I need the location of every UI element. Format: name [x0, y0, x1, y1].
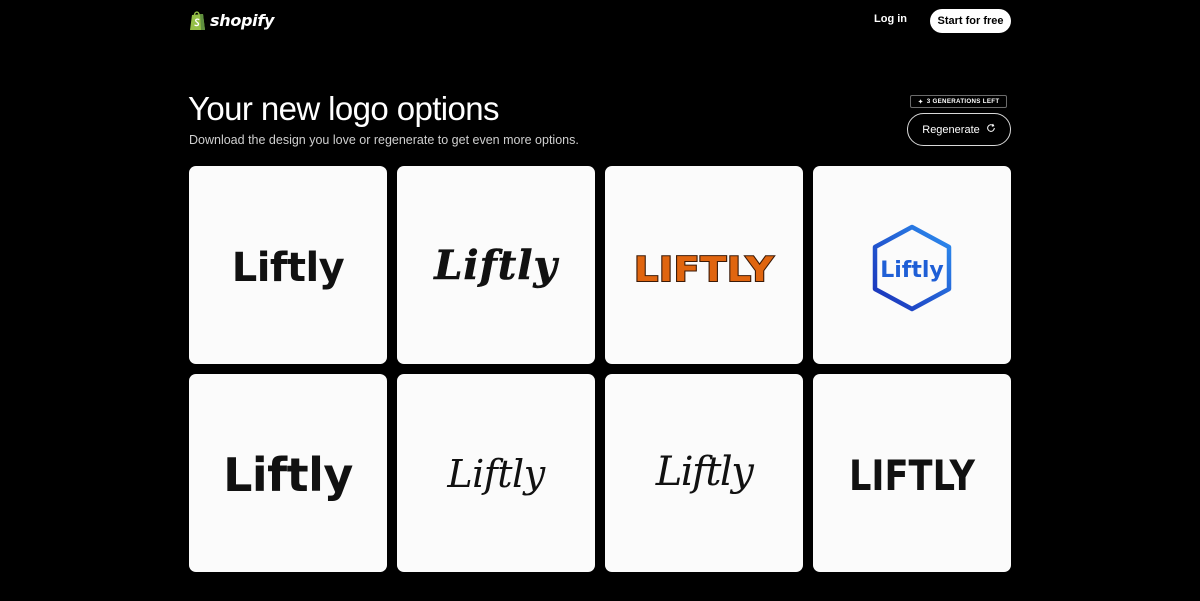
- refresh-icon: [986, 123, 996, 136]
- logo-preview: Liftly: [446, 452, 546, 496]
- logo-text: Liftly: [655, 449, 756, 495]
- generations-left-text: 3 GENERATIONS LEFT: [926, 98, 1000, 105]
- logo-preview: Liftly: [223, 448, 354, 502]
- logo-text: Liftly: [433, 242, 559, 289]
- regenerate-label: Regenerate: [922, 123, 980, 136]
- logo-preview: Liftly: [655, 449, 757, 495]
- logo-option-card[interactable]: Liftly: [397, 374, 595, 572]
- logo-option-card[interactable]: Liftly: [189, 166, 387, 364]
- login-link[interactable]: Log in: [874, 13, 907, 25]
- logo-text: Liftly: [232, 245, 345, 291]
- logo-options-grid: Liftly Liftly LIFTLY Liftly Liftly Liftl…: [189, 166, 1011, 572]
- regenerate-button[interactable]: Regenerate: [907, 113, 1011, 146]
- shopify-logo[interactable]: shopify: [189, 10, 274, 31]
- start-for-free-button[interactable]: Start for free: [930, 9, 1011, 33]
- logo-text: LIFTLY: [634, 250, 774, 290]
- page-subtitle: Download the design you love or regenera…: [189, 133, 579, 147]
- brand-name: shopify: [210, 11, 275, 30]
- logo-option-card[interactable]: Liftly: [605, 374, 803, 572]
- logo-option-card[interactable]: Liftly: [397, 166, 595, 364]
- generations-left-badge: ✦ 3 GENERATIONS LEFT: [910, 95, 1007, 108]
- logo-text: Liftly: [223, 448, 353, 502]
- shopping-bag-icon: [189, 10, 206, 31]
- logo-option-card[interactable]: LIFTLY: [605, 166, 803, 364]
- logo-text: Liftly: [880, 258, 944, 283]
- logo-option-card[interactable]: LIFTLY: [813, 374, 1011, 572]
- logo-text: LIFTLY: [849, 451, 975, 500]
- logo-preview: LIFTLY: [849, 451, 975, 500]
- logo-preview: Liftly: [433, 242, 559, 290]
- logo-preview: Liftly: [232, 245, 345, 291]
- logo-preview: LIFTLY: [633, 249, 775, 291]
- logo-preview: Liftly: [872, 224, 952, 312]
- logo-option-card[interactable]: Liftly: [189, 374, 387, 572]
- sparkle-icon: ✦: [917, 98, 924, 106]
- page-title: Your new logo options: [188, 90, 500, 127]
- logo-option-card[interactable]: Liftly: [813, 166, 1011, 364]
- top-nav: shopify Log in Start for free: [0, 0, 1200, 42]
- logo-text: Liftly: [446, 452, 545, 496]
